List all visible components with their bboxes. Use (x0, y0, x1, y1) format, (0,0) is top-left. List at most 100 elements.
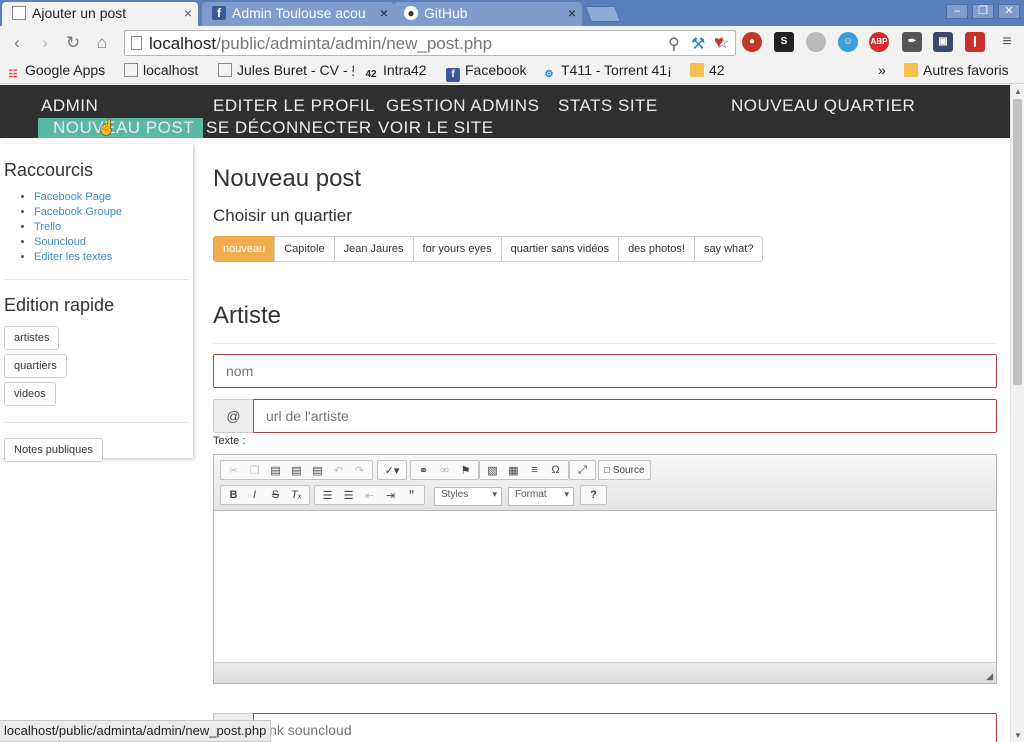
quartiers-button[interactable]: quartiers (4, 354, 67, 378)
nav-voir-le-site[interactable]: VOIR LE SITE (378, 118, 494, 138)
image-icon[interactable]: ▧ (482, 464, 503, 477)
t411-icon: ⚙ (544, 69, 554, 80)
bulleted-list-icon[interactable]: ☰ (338, 489, 359, 502)
help-button[interactable]: ? (583, 489, 604, 501)
paste-text-icon[interactable]: ▤ (286, 464, 307, 477)
source-button[interactable]: □ Source (601, 465, 648, 476)
new-tab-button[interactable] (585, 6, 621, 22)
soundcloud-url-input[interactable] (253, 713, 997, 742)
indent-icon[interactable]: ⇥ (380, 489, 401, 502)
url-text[interactable]: localhost/public/adminta/admin/new_post.… (149, 34, 492, 54)
link-editer-les-textes[interactable]: Editer les textes (34, 251, 112, 263)
page-scrollbar[interactable]: ▲ ▼ (1010, 85, 1024, 742)
blockquote-icon[interactable]: ” (401, 489, 422, 501)
editor-content-area[interactable] (214, 511, 996, 662)
bookmark-t411[interactable]: ⚙ T411 - Torrent 41¡ (542, 62, 678, 82)
paste-word-icon[interactable]: ▤ (307, 464, 328, 477)
unlink-icon[interactable]: ⚮ (434, 464, 455, 477)
close-tab-icon[interactable]: × (380, 2, 388, 24)
nav-editer-le-profil[interactable]: EDITER LE PROFIL (213, 96, 375, 116)
bookmark-star-icon[interactable]: ☆ (715, 33, 729, 53)
quartier-jean-jaures-button[interactable]: Jean Jaures (333, 236, 414, 262)
notes-publiques-button[interactable]: Notes publiques (4, 438, 103, 462)
red-extension-icon[interactable]: ❙ (965, 32, 985, 52)
home-icon[interactable]: ⌂ (91, 32, 113, 54)
forward-icon[interactable]: › (34, 32, 56, 54)
tab-admin-toulouse[interactable]: f Admin Toulouse acou × (202, 2, 394, 26)
remove-format-icon[interactable]: Tₓ (286, 489, 307, 501)
back-icon[interactable]: ‹ (6, 32, 28, 54)
artistes-button[interactable]: artistes (4, 326, 60, 350)
cut-icon[interactable]: ✂ (223, 464, 244, 477)
maximize-button[interactable]: ❐ (972, 4, 994, 19)
bookmark-other-favorites[interactable]: Autres favoris (904, 62, 1009, 78)
styles-dropdown[interactable]: Styles ▾ (434, 487, 502, 506)
italic-icon[interactable]: I (244, 489, 265, 501)
resize-handle-icon[interactable]: ◢ (986, 671, 993, 682)
abp-extension-icon[interactable]: ABP (869, 32, 889, 52)
link-facebook-groupe[interactable]: Facebook Groupe (34, 206, 122, 218)
bookmark-localhost[interactable]: localhost (124, 62, 198, 78)
quartier-nouveau-button[interactable]: nouveau (213, 236, 276, 262)
link-icon[interactable]: ⚭ (413, 464, 434, 477)
redo-icon[interactable]: ↷ (349, 464, 370, 477)
copy-icon[interactable]: ❐ (244, 464, 265, 477)
scroll-up-icon[interactable]: ▲ (1014, 87, 1022, 96)
close-tab-icon[interactable]: × (568, 2, 576, 24)
bookmark-facebook[interactable]: f Facebook (446, 62, 526, 82)
quartier-say-what-button[interactable]: say what? (693, 236, 764, 262)
tab-github[interactable]: ● GitHub × (394, 2, 582, 26)
nom-input[interactable] (213, 354, 997, 388)
ghost-extension-icon[interactable]: ☺ (838, 32, 858, 52)
scroll-thumb[interactable] (1013, 99, 1022, 385)
link-facebook-page[interactable]: Facebook Page (34, 191, 111, 203)
minimize-button[interactable]: – (946, 4, 968, 19)
bookmark-jules-buret-cv[interactable]: Jules Buret - CV - § (218, 62, 354, 78)
nav-admin[interactable]: ADMIN (41, 96, 98, 116)
quartier-for-yours-eyes-button[interactable]: for yours eyes (412, 236, 502, 262)
nav-se-deconnecter[interactable]: SE DÉCONNECTER (206, 118, 372, 138)
undo-icon[interactable]: ↶ (328, 464, 349, 477)
nav-nouveau-quartier[interactable]: NOUVEAU QUARTIER (731, 96, 915, 116)
numbered-list-icon[interactable]: ☰ (317, 489, 338, 502)
outdent-icon[interactable]: ⇤ (359, 489, 380, 502)
camera-extension-icon[interactable]: ▣ (933, 32, 953, 52)
bookmark-folder-42[interactable]: 42 (690, 62, 725, 78)
translate-icon[interactable]: ⚒ (691, 34, 705, 54)
paste-icon[interactable]: ▤ (265, 464, 286, 477)
special-char-icon[interactable]: Ω (545, 464, 566, 476)
nav-nouveau-post[interactable]: NOUVEAU POST (38, 118, 203, 138)
reload-icon[interactable]: ↻ (62, 32, 84, 54)
eyedropper-extension-icon[interactable]: ✒ (902, 32, 922, 52)
scroll-down-icon[interactable]: ▼ (1014, 731, 1022, 740)
maximize-icon[interactable]: ⤢ (572, 464, 593, 477)
nav-gestion-admins[interactable]: GESTION ADMINS (386, 96, 539, 116)
bookmark-intra42[interactable]: 42 Intra42 (364, 62, 426, 82)
strike-icon[interactable]: S (265, 489, 286, 501)
nav-stats-site[interactable]: STATS SITE (558, 96, 658, 116)
stop-extension-icon[interactable]: ● (742, 32, 762, 52)
horizontal-line-icon[interactable]: ≡ (524, 464, 545, 476)
quartier-sans-videos-button[interactable]: quartier sans vidéos (500, 236, 620, 262)
bookmark-google-apps[interactable]: ☷ Google Apps (6, 62, 106, 82)
menu-icon[interactable]: ≡ (997, 32, 1017, 52)
bookmarks-overflow-button[interactable]: » (878, 62, 886, 78)
tab-ajouter-un-post[interactable]: Ajouter un post × (2, 2, 198, 26)
quartier-des-photos-button[interactable]: des photos! (618, 236, 695, 262)
spellcheck-icon[interactable]: ✓▾ (380, 464, 404, 477)
artist-url-input[interactable] (253, 399, 997, 433)
link-souncloud[interactable]: Souncloud (34, 236, 86, 248)
videos-button[interactable]: videos (4, 382, 56, 406)
format-dropdown[interactable]: Format ▾ (508, 487, 574, 506)
link-trello[interactable]: Trello (34, 221, 61, 233)
circle-extension-icon[interactable] (806, 32, 826, 52)
anchor-flag-icon[interactable]: ⚑ (455, 464, 476, 477)
close-window-button[interactable]: ✕ (998, 4, 1020, 19)
search-icon[interactable]: ⚲ (668, 34, 680, 54)
close-tab-icon[interactable]: × (184, 2, 192, 24)
table-icon[interactable]: ▦ (503, 464, 524, 477)
bold-icon[interactable]: B (223, 489, 244, 501)
s-extension-icon[interactable]: S (774, 32, 794, 52)
address-bar[interactable]: localhost/public/adminta/admin/new_post.… (124, 30, 736, 56)
quartier-capitole-button[interactable]: Capitole (274, 236, 335, 262)
